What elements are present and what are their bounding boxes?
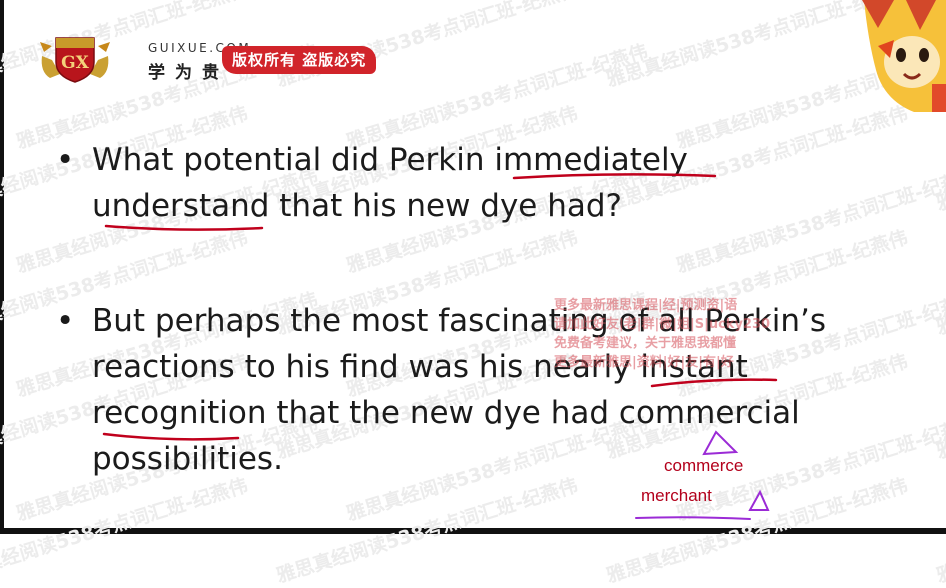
mascot-icon [862,0,946,112]
svg-text:GX: GX [61,53,90,73]
question-1-line-2: understand that his new dye had? [92,188,622,224]
promo-line: 更多最新雅思课程|经|预测资|语 [554,298,738,313]
copyright-badge: 版权所有 盗版必究 [222,46,377,74]
brand-logo-area: GX GUIXUE.COM 学为贵 版权所有 盗版必究 [36,30,386,86]
question-1-line-1: What potential did Perkin immediately [92,142,688,178]
bullet-point: • [56,303,75,339]
handwritten-note-merchant: merchant [641,486,712,505]
promo-overlay-text: 更多最新雅思课程|经|预测资|语 请加此好友|老|群|微|姐|S|ucky230… [554,296,790,372]
promo-line: 请加此好友|老|群|微|姐|S|ucky230 [554,317,771,332]
brand-name: 学为贵 [148,63,229,83]
shield-logo-icon: GX [40,37,110,83]
handwritten-note-commerce: commerce [664,456,744,475]
promo-line: 免费备考建议，关于雅思我都懂 [554,336,737,351]
bullet-point: • [56,142,75,178]
promo-line: 更多最新雅思|资料|好|友|有|好 [554,355,734,370]
question-2-line-3: recognition that the new dye had commerc… [92,395,800,431]
